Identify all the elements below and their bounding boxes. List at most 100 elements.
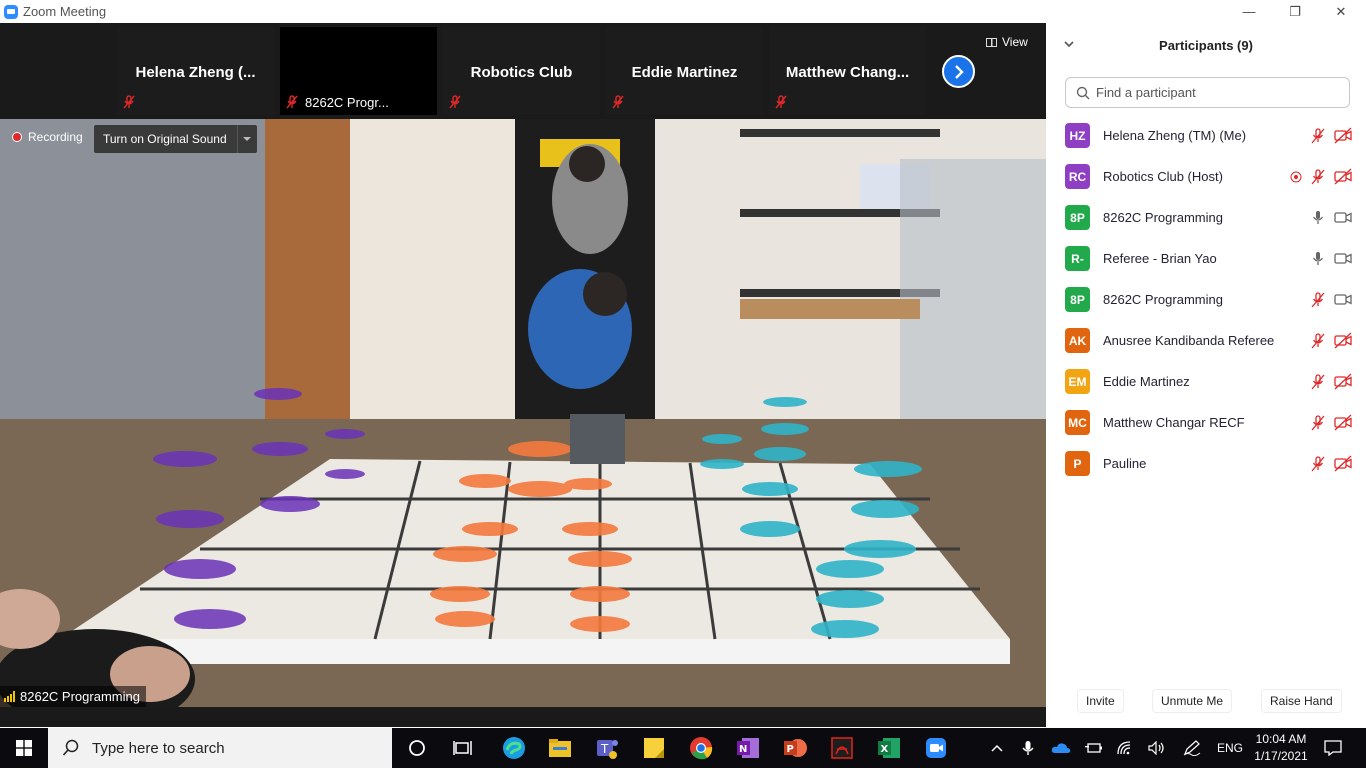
participant-name: Referee - Brian Yao <box>1103 251 1217 266</box>
edge-icon[interactable] <box>491 728 537 768</box>
participant-row[interactable]: MC Matthew Changar RECF <box>1046 402 1366 443</box>
microphone-icon[interactable] <box>1016 728 1040 768</box>
participant-row[interactable]: HZ Helena Zheng (TM) (Me) <box>1046 115 1366 156</box>
search-icon <box>62 739 79 756</box>
participants-panel: Participants (9) HZ Helena Zheng (TM) (Me… <box>1046 23 1366 727</box>
avatar: EM <box>1065 369 1090 394</box>
show-hidden-icons-icon[interactable] <box>985 728 1009 768</box>
minimize-button[interactable]: — <box>1226 0 1272 23</box>
file-explorer-icon[interactable] <box>537 728 583 768</box>
taskbar-clock[interactable]: 10:04 AM 1/17/2021 <box>1244 731 1318 765</box>
participant-row[interactable]: 8P 8262C Programming <box>1046 279 1366 320</box>
mic-muted-icon[interactable] <box>1310 127 1326 144</box>
video-off-icon[interactable] <box>1334 455 1352 472</box>
mic-muted-icon[interactable] <box>1310 455 1326 472</box>
video-tile-eddie[interactable]: Eddie Martinez <box>606 27 763 115</box>
participant-row[interactable]: R- Referee - Brian Yao <box>1046 238 1366 279</box>
participant-name: Pauline <box>1103 456 1147 471</box>
video-tile-helena[interactable]: Helena Zheng (... <box>117 27 274 115</box>
video-off-icon[interactable] <box>1334 414 1352 431</box>
avatar: RC <box>1065 164 1090 189</box>
mic-muted-icon[interactable] <box>1310 414 1326 431</box>
acrobat-icon[interactable] <box>819 728 865 768</box>
search-icon <box>1076 86 1090 99</box>
participant-name: 8262C Programming <box>1103 210 1223 225</box>
participant-status-icons <box>1310 238 1352 279</box>
participant-name: Robotics Club (Host) <box>1103 169 1223 184</box>
window-title: Zoom Meeting <box>23 4 107 19</box>
mic-muted-icon[interactable] <box>1310 332 1326 349</box>
avatar: MC <box>1065 410 1090 435</box>
invite-button[interactable]: Invite <box>1077 689 1124 713</box>
video-icon[interactable] <box>1334 291 1352 308</box>
mic-muted-icon[interactable] <box>1310 168 1326 185</box>
participant-row[interactable]: 8P 8262C Programming <box>1046 197 1366 238</box>
powerpoint-icon[interactable]: P <box>772 728 818 768</box>
mic-muted-icon[interactable] <box>1310 373 1326 390</box>
svg-text:P: P <box>787 744 794 755</box>
participant-status-icons <box>1310 443 1352 484</box>
participant-row[interactable]: EM Eddie Martinez <box>1046 361 1366 402</box>
taskbar-search[interactable]: Type here to search <box>48 728 392 768</box>
video-off-icon[interactable] <box>1334 373 1352 390</box>
panel-header: Participants (9) <box>1046 23 1366 69</box>
next-page-button[interactable] <box>942 55 975 88</box>
sticky-notes-icon[interactable] <box>631 728 677 768</box>
task-view-icon[interactable] <box>440 728 486 768</box>
main-video: Recording Turn on Original Sound 8262C P… <box>0 119 1046 707</box>
avatar: HZ <box>1065 123 1090 148</box>
video-off-icon[interactable] <box>1334 127 1352 144</box>
start-button[interactable] <box>0 728 48 768</box>
language-indicator[interactable]: ENG <box>1214 728 1246 768</box>
avatar: 8P <box>1065 205 1090 230</box>
participant-row[interactable]: AK Anusree Kandibanda Referee <box>1046 320 1366 361</box>
windows-taskbar: Type here to search T N P X ENG 10:04 AM… <box>0 728 1366 768</box>
participant-row[interactable]: P Pauline <box>1046 443 1366 484</box>
view-button[interactable]: View <box>986 35 1028 49</box>
participant-search[interactable] <box>1065 77 1350 108</box>
chevron-right-icon <box>954 64 964 79</box>
onenote-icon[interactable]: N <box>725 728 771 768</box>
unmute-me-button[interactable]: Unmute Me <box>1152 689 1233 713</box>
video-icon[interactable] <box>1334 209 1352 226</box>
maximize-button[interactable]: ❐ <box>1272 0 1318 23</box>
clock-time: 10:04 AM <box>1255 732 1307 746</box>
title-bar: Zoom Meeting — ❐ ✕ <box>0 0 1366 23</box>
mic-icon[interactable] <box>1310 210 1326 226</box>
teams-icon[interactable]: T <box>584 728 630 768</box>
video-off-icon[interactable] <box>1334 332 1352 349</box>
chevron-down-icon[interactable] <box>236 125 257 153</box>
audio-level-icon <box>4 691 15 702</box>
volume-icon[interactable] <box>1145 728 1169 768</box>
video-tile-8262c[interactable]: 8262C Progr... <box>280 27 437 115</box>
participant-row[interactable]: RC Robotics Club (Host) <box>1046 156 1366 197</box>
recording-label: Recording <box>28 130 83 144</box>
battery-icon[interactable] <box>1082 728 1106 768</box>
chrome-icon[interactable] <box>678 728 724 768</box>
zoom-app-icon <box>4 4 18 19</box>
notifications-icon[interactable] <box>1320 728 1346 768</box>
participant-status-icons <box>1310 320 1352 361</box>
cortana-icon[interactable] <box>394 728 440 768</box>
zoom-taskbar-icon[interactable] <box>913 728 959 768</box>
original-sound-button[interactable]: Turn on Original Sound <box>94 125 257 153</box>
search-input[interactable] <box>1096 85 1336 100</box>
close-button[interactable]: ✕ <box>1318 0 1364 23</box>
video-icon[interactable] <box>1334 250 1352 267</box>
windows-logo-icon <box>16 740 32 756</box>
pen-workspace-icon[interactable] <box>1180 728 1204 768</box>
record-dot-icon <box>12 132 22 142</box>
wifi-icon[interactable] <box>1114 728 1138 768</box>
mic-muted-icon[interactable] <box>1310 291 1326 308</box>
video-tile-robotics-club[interactable]: Robotics Club <box>443 27 600 115</box>
speaker-name: 8262C Programming <box>20 689 140 704</box>
participant-name: Eddie Martinez <box>1103 374 1190 389</box>
video-off-icon[interactable] <box>1334 168 1352 185</box>
mic-icon[interactable] <box>1310 251 1326 267</box>
onedrive-icon[interactable] <box>1048 728 1074 768</box>
svg-text:T: T <box>600 742 609 756</box>
taskbar-search-placeholder: Type here to search <box>92 739 225 757</box>
excel-icon[interactable]: X <box>866 728 912 768</box>
video-tile-matthew[interactable]: Matthew Chang... <box>769 27 926 115</box>
raise-hand-button[interactable]: Raise Hand <box>1261 689 1342 713</box>
